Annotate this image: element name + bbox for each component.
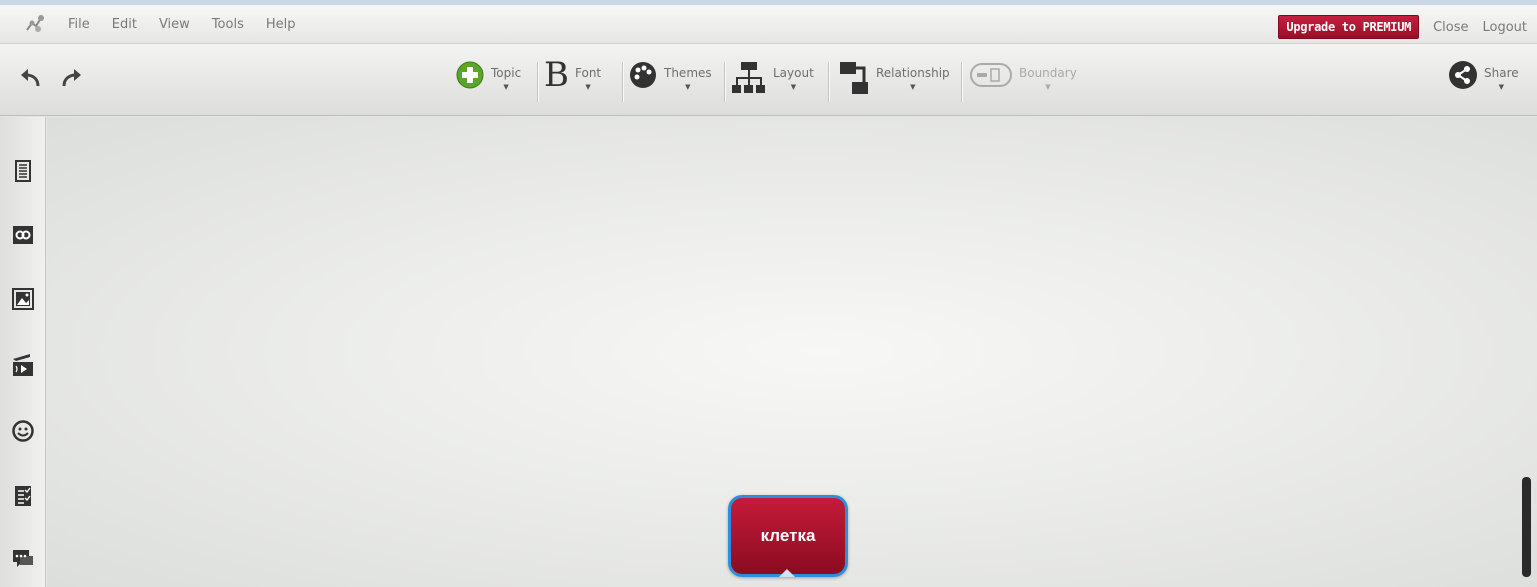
smiley-icon[interactable] [11, 419, 35, 443]
share-label: Share [1484, 66, 1519, 80]
menu-view[interactable]: View [159, 17, 190, 32]
toolbar-divider [828, 62, 829, 102]
menu-file[interactable]: File [68, 17, 90, 32]
close-link[interactable]: Close [1433, 20, 1468, 35]
themes-label: Themes [664, 66, 712, 80]
layout-label: Layout [773, 66, 814, 80]
boundary-label: Boundary [1019, 66, 1077, 80]
central-topic-node[interactable]: клетка [728, 495, 848, 577]
chevron-down-icon: ▼ [1045, 83, 1051, 91]
layout-tool[interactable]: Layout ▼ [731, 60, 814, 104]
menu-edit[interactable]: Edit [112, 17, 137, 32]
themes-tool[interactable]: Themes ▼ [628, 60, 712, 104]
mindmap-logo-icon[interactable] [20, 11, 50, 37]
chevron-down-icon: ▼ [503, 83, 509, 91]
menu-help[interactable]: Help [266, 17, 296, 32]
toolbar-divider [724, 62, 725, 102]
comment-icon[interactable] [11, 547, 35, 571]
menu-bar: File Edit View Tools Help Upgrade to PRE… [0, 0, 1537, 44]
toolbar: Topic ▼ B Font ▼ Themes ▼ Layout ▼ Relat… [0, 44, 1537, 116]
account-controls: Upgrade to PREMIUM Close Logout [1278, 15, 1527, 39]
vertical-scrollbar[interactable] [1522, 477, 1531, 577]
font-label: Font [575, 66, 602, 80]
topic-label: Topic [491, 66, 522, 80]
upgrade-premium-button[interactable]: Upgrade to PREMIUM [1278, 15, 1420, 39]
notes-icon[interactable] [11, 159, 35, 183]
layout-tree-icon [732, 62, 765, 93]
topic-tool[interactable]: Topic ▼ [455, 60, 521, 104]
undo-icon[interactable] [18, 66, 44, 92]
palette-icon [630, 62, 656, 88]
central-topic-text: клетка [760, 526, 816, 545]
boundary-tool[interactable]: Boundary ▼ [969, 60, 1077, 104]
node-pointer-icon [779, 569, 795, 577]
toolbar-divider [622, 62, 623, 102]
boundary-icon [970, 63, 1012, 87]
share-icon [1449, 61, 1477, 89]
chevron-down-icon: ▼ [1498, 83, 1505, 91]
relationship-label: Relationship [876, 66, 950, 80]
chevron-down-icon: ▼ [790, 83, 797, 91]
toolbar-divider [537, 62, 538, 102]
toolbar-divider [961, 62, 962, 102]
chevron-down-icon: ▼ [585, 83, 591, 91]
link-icon[interactable] [11, 223, 35, 247]
image-icon[interactable] [11, 287, 35, 311]
media-icon[interactable] [11, 353, 35, 377]
menu-tools[interactable]: Tools [212, 17, 244, 32]
task-icon[interactable] [11, 484, 35, 508]
font-tool[interactable]: B Font ▼ [544, 55, 602, 104]
chevron-down-icon: ▼ [910, 83, 916, 91]
relationship-icon [840, 62, 868, 94]
relationship-tool[interactable]: Relationship ▼ [838, 60, 950, 104]
chevron-down-icon: ▼ [685, 83, 691, 91]
logout-link[interactable]: Logout [1482, 20, 1527, 35]
redo-icon[interactable] [58, 66, 84, 92]
share-tool[interactable]: Share ▼ [1448, 60, 1519, 104]
bold-b-icon: B [544, 55, 569, 95]
add-topic-icon [456, 61, 484, 89]
side-panel [0, 117, 46, 587]
